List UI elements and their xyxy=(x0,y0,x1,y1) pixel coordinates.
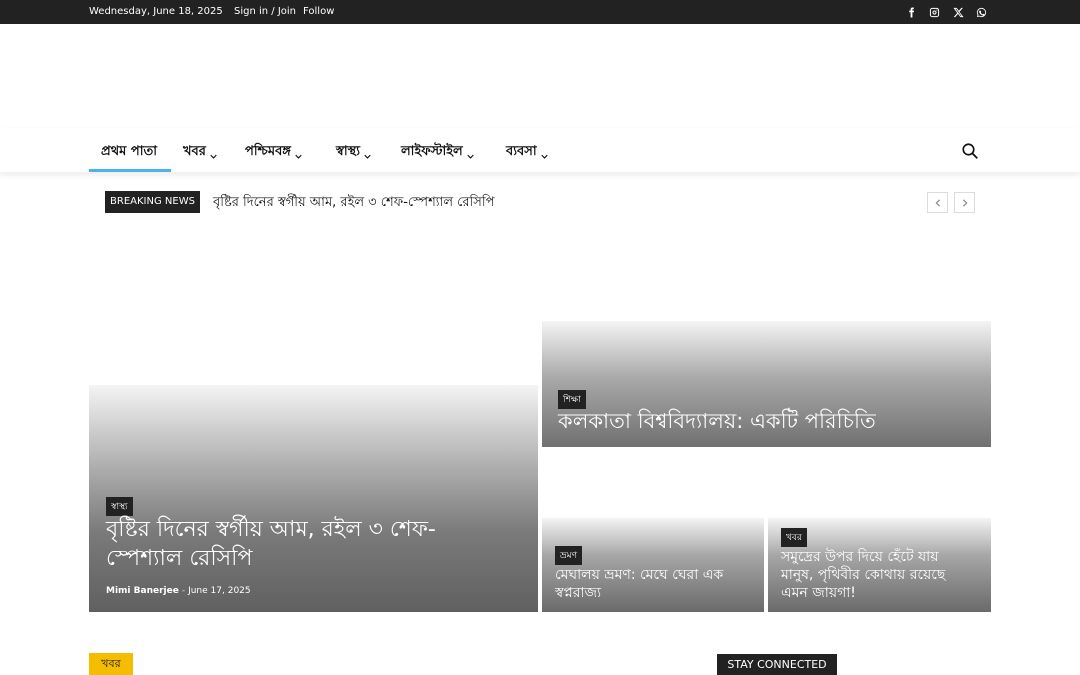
article-title-line: বৃষ্টির দিনের স্বর্গীয় আম, রইল ৩ শেফ- xyxy=(106,517,436,542)
hero-article-small-1[interactable]: ভ্রমণ মেঘালয় ভ্রমণ: মেঘে ঘেরা এক স্বপ্ন… xyxy=(542,518,764,612)
article-date: June 17, 2025 xyxy=(188,586,251,596)
hero-article-small-2[interactable]: খবর সমুদ্রের উপর দিয়ে হেঁটে যায় মানুষ,… xyxy=(768,518,991,612)
chevron-left-icon xyxy=(935,198,940,207)
breaking-news-headline[interactable]: বৃষ্টির দিনের স্বর্গীয় আম, রইল ৩ শেফ-স্… xyxy=(213,193,494,214)
meta-separator: - xyxy=(181,586,186,596)
nav-active-indicator xyxy=(89,169,171,172)
top-bar: Wednesday, June 18, 2025 Sign in / Join … xyxy=(0,0,1080,24)
chevron-down-icon xyxy=(540,149,548,159)
article-title-line: মেঘালয় ভ্রমণ: মেঘে ঘেরা এক xyxy=(555,567,724,583)
nav-item-label: ব্যবসা xyxy=(506,144,537,159)
article-meta: Mimi Banerjee - June 17, 2025 xyxy=(106,586,251,596)
nav-item-news[interactable]: খবর xyxy=(183,142,217,163)
chevron-down-icon xyxy=(210,149,217,159)
chevron-down-icon xyxy=(467,149,474,159)
main-nav: প্রথম পাতা খবর পশ্চিমবঙ্গ স্বাস্থ্য লাইফ… xyxy=(0,128,1080,172)
search-icon[interactable] xyxy=(961,142,979,160)
whatsapp-icon[interactable] xyxy=(973,4,989,20)
article-title-line: মানুষ, পৃথিবীর কোথায় রয়েছে xyxy=(781,567,946,583)
chevron-down-icon xyxy=(295,149,302,159)
chevron-down-icon xyxy=(364,149,371,159)
article-title: সমুদ্রের উপর দিয়ে হেঁটে যায় মানুষ, পৃথ… xyxy=(781,548,986,602)
hero-article-top[interactable]: শিক্ষা কলকাতা বিশ্ববিদ্যালয়: একটি পরিচি… xyxy=(542,321,991,447)
article-title: কলকাতা বিশ্ববিদ্যালয়: একটি পরিচিতি xyxy=(558,409,876,433)
chevron-right-icon xyxy=(962,198,967,207)
x-icon[interactable] xyxy=(950,4,966,20)
instagram-icon[interactable] xyxy=(926,4,942,20)
nav-item-health[interactable]: স্বাস্থ্য xyxy=(336,142,371,163)
breaking-prev-button[interactable] xyxy=(927,192,948,213)
article-title-line: সমুদ্রের উপর দিয়ে হেঁটে যায় xyxy=(781,549,939,565)
category-badge[interactable]: ভ্রমণ xyxy=(555,546,583,565)
breaking-next-button[interactable] xyxy=(954,192,975,213)
category-badge[interactable]: স্বাস্থ্য xyxy=(106,497,133,516)
category-badge[interactable]: খবর xyxy=(781,528,807,547)
nav-item-lifestyle[interactable]: লাইফস্টাইল xyxy=(401,142,474,163)
nav-item-label: খবর xyxy=(183,144,206,159)
nav-item-west-bengal[interactable]: পশ্চিমবঙ্গ xyxy=(245,142,302,163)
article-title-line: স্পেশ্যাল রেসিপি xyxy=(106,546,253,571)
nav-item-home[interactable]: প্রথম পাতা xyxy=(101,142,157,163)
nav-item-label: পশ্চিমবঙ্গ xyxy=(245,144,291,159)
nav-item-label: স্বাস্থ্য xyxy=(336,144,361,159)
breaking-news-label: BREAKING NEWS xyxy=(105,191,200,213)
stay-connected-heading: STAY CONNECTED xyxy=(717,654,837,675)
current-date: Wednesday, June 18, 2025 xyxy=(89,6,223,17)
follow-link[interactable]: Follow xyxy=(303,6,334,17)
article-title-line: স্বপ্নরাজ্য xyxy=(555,585,602,601)
article-title-line: এমন জায়গা! xyxy=(781,585,856,601)
nav-item-business[interactable]: ব্যবসা xyxy=(506,142,548,163)
nav-item-label: লাইফস্টাইল xyxy=(401,144,463,159)
hero-article-main[interactable]: স্বাস্থ্য বৃষ্টির দিনের স্বর্গীয় আম, রই… xyxy=(89,385,538,612)
facebook-icon[interactable] xyxy=(903,4,919,20)
article-title: বৃষ্টির দিনের স্বর্গীয় আম, রইল ৩ শেফ- স… xyxy=(106,515,526,573)
signin-link[interactable]: Sign in / Join xyxy=(234,6,296,17)
section-tag-news[interactable]: খবর xyxy=(89,653,133,675)
article-title: মেঘালয় ভ্রমণ: মেঘে ঘেরা এক স্বপ্নরাজ্য xyxy=(555,566,755,602)
nav-item-label: প্রথম পাতা xyxy=(101,144,157,159)
article-author[interactable]: Mimi Banerjee xyxy=(106,586,179,596)
